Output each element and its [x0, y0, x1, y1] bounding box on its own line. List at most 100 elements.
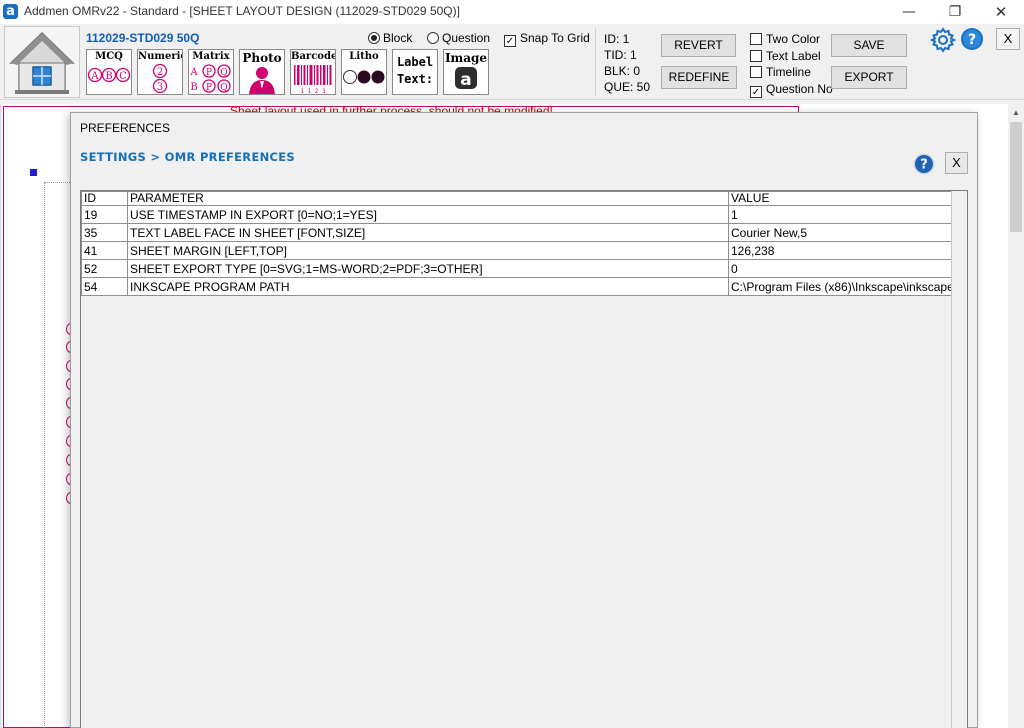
- question-no-checkbox[interactable]: ✓ Question No: [750, 82, 833, 98]
- numeric-bubbles-icon: 2 3: [152, 63, 168, 94]
- sheet-name: 112029-STD029 50Q: [86, 31, 200, 45]
- mcq-bubble-c: C: [119, 71, 127, 82]
- matrix-bubbles-icon: A P Q B P Q: [189, 64, 231, 93]
- table-row[interactable]: 52 SHEET EXPORT TYPE [0=SVG;1=MS-WORD;2=…: [81, 259, 952, 278]
- cell-id: 19: [81, 205, 128, 224]
- table-row[interactable]: 35 TEXT LABEL FACE IN SHEET [FONT,SIZE] …: [81, 223, 952, 242]
- barcode-digits: 1 1 2 3: [300, 88, 326, 95]
- help-icon[interactable]: ?: [913, 153, 935, 175]
- cell-value[interactable]: Courier New,5: [728, 223, 952, 242]
- image-logo-icon: a: [455, 67, 477, 90]
- image-label: Image: [444, 51, 488, 65]
- redefine-button[interactable]: REDEFINE: [661, 66, 737, 89]
- cell-id: 52: [81, 259, 128, 278]
- cell-value[interactable]: C:\Program Files (x86)\Inkscape\inkscape…: [728, 277, 952, 296]
- timeline-box: [750, 66, 762, 78]
- cell-parameter: INKSCAPE PROGRAM PATH: [127, 277, 729, 296]
- cell-parameter: TEXT LABEL FACE IN SHEET [FONT,SIZE]: [127, 223, 729, 242]
- sheet-anchor-marker[interactable]: [30, 169, 37, 176]
- mcq-bubbles-icon: A B C: [87, 67, 131, 83]
- table-row[interactable]: 54 INKSCAPE PROGRAM PATH C:\Program File…: [81, 277, 952, 296]
- app-window: a Addmen OMRv22 - Standard - [SHEET LAYO…: [0, 0, 1024, 728]
- ribbon-close-button[interactable]: X: [996, 28, 1020, 50]
- block-radio-label: Block: [383, 31, 413, 45]
- photo-label: Photo: [242, 51, 282, 65]
- numeric-tool-button[interactable]: Numeric 2 3: [137, 49, 183, 95]
- cell-id: 41: [81, 241, 128, 260]
- gear-icon[interactable]: [930, 27, 956, 53]
- barcode-tool-button[interactable]: Barcode 1 1 2 3: [290, 49, 336, 95]
- column-header-parameter[interactable]: PARAMETER: [127, 191, 729, 206]
- text-label-checkbox[interactable]: Text Label: [750, 49, 821, 63]
- matrix-label: Matrix: [192, 51, 230, 62]
- mcq-bubble-a: A: [90, 71, 99, 82]
- minimize-button[interactable]: —: [886, 0, 932, 24]
- litho-dots-icon: [343, 70, 385, 84]
- stat-id: ID: 1: [604, 32, 630, 46]
- table-header-row: ID PARAMETER VALUE: [81, 191, 952, 206]
- breadcrumb: SETTINGS > OMR PREFERENCES: [80, 150, 296, 164]
- preferences-dialog: PREFERENCES SETTINGS > OMR PREFERENCES ?…: [70, 112, 978, 728]
- save-button[interactable]: SAVE: [831, 34, 907, 57]
- window-close-button[interactable]: ✕: [978, 0, 1024, 24]
- table-row[interactable]: 19 USE TIMESTAMP IN EXPORT [0=NO;1=YES] …: [81, 205, 952, 224]
- window-title: Addmen OMRv22 - Standard - [SHEET LAYOUT…: [24, 4, 460, 18]
- two-color-checkbox[interactable]: Two Color: [750, 32, 820, 46]
- mcq-tool-button[interactable]: MCQ A B C: [86, 49, 132, 95]
- preferences-grid[interactable]: ID PARAMETER VALUE 19 USE TIMESTAMP IN E…: [80, 190, 968, 728]
- stat-blk: BLK: 0: [604, 64, 641, 78]
- column-header-value[interactable]: VALUE: [728, 191, 952, 206]
- question-no-box: ✓: [750, 86, 762, 98]
- timeline-label: Timeline: [766, 65, 811, 79]
- app-logo-icon: a: [3, 4, 18, 19]
- snap-label: Snap To Grid: [520, 31, 590, 45]
- label-text-tool-button[interactable]: Label Text:: [392, 49, 438, 95]
- question-radio-dot: [427, 32, 439, 44]
- column-header-id[interactable]: ID: [81, 191, 128, 206]
- grid-vertical-scrollbar[interactable]: [951, 191, 967, 728]
- stat-tid: TID: 1: [604, 48, 637, 62]
- label-line1: Label: [396, 55, 434, 69]
- svg-text:?: ?: [968, 32, 976, 48]
- litho-tool-button[interactable]: Litho: [341, 49, 387, 95]
- matrix-row-b: B: [190, 82, 197, 93]
- table-row[interactable]: 41 SHEET MARGIN [LEFT,TOP] 126,238: [81, 241, 952, 260]
- cell-value[interactable]: 1: [728, 205, 952, 224]
- scroll-up-arrow-icon[interactable]: ▲: [1008, 105, 1024, 121]
- maximize-button[interactable]: ❐: [932, 0, 978, 24]
- numeric-bubble-3: 3: [157, 82, 163, 93]
- label-line2: Text:: [396, 72, 434, 86]
- two-color-label: Two Color: [766, 32, 821, 46]
- timeline-checkbox[interactable]: Timeline: [750, 65, 811, 79]
- revert-button[interactable]: REVERT: [661, 34, 736, 57]
- numeric-label: Numeric: [138, 51, 183, 62]
- cell-id: 35: [81, 223, 128, 242]
- mode-block-radio[interactable]: Block: [368, 31, 412, 45]
- image-tool-button[interactable]: Image a: [443, 49, 489, 95]
- svg-text:?: ?: [920, 158, 928, 173]
- dialog-close-button[interactable]: X: [945, 152, 968, 174]
- help-icon[interactable]: ?: [960, 27, 984, 51]
- cell-value[interactable]: 126,238: [728, 241, 952, 260]
- preferences-table: ID PARAMETER VALUE 19 USE TIMESTAMP IN E…: [81, 191, 952, 296]
- person-icon: [249, 67, 275, 94]
- matrix-a-q: Q: [220, 68, 227, 78]
- numeric-bubble-2: 2: [157, 67, 163, 78]
- question-radio-label: Question: [442, 31, 491, 45]
- block-radio-dot: [368, 32, 380, 44]
- mode-question-radio[interactable]: Question: [427, 31, 490, 45]
- text-label-label: Text Label: [766, 49, 821, 63]
- matrix-tool-button[interactable]: Matrix A P Q B P Q: [188, 49, 234, 95]
- grid-body: ID PARAMETER VALUE 19 USE TIMESTAMP IN E…: [81, 191, 952, 728]
- matrix-b-p: P: [206, 83, 212, 93]
- snap-to-grid-checkbox[interactable]: ✓ Snap To Grid: [504, 31, 590, 47]
- mcq-bubble-b: B: [105, 71, 112, 82]
- home-button[interactable]: [4, 26, 80, 98]
- matrix-b-q: Q: [220, 83, 227, 93]
- export-button[interactable]: EXPORT: [831, 66, 907, 89]
- snap-check-box: ✓: [504, 35, 516, 47]
- two-color-box: [750, 33, 762, 45]
- photo-tool-button[interactable]: Photo: [239, 49, 285, 95]
- canvas-scroll-thumb[interactable]: [1010, 122, 1022, 232]
- cell-value[interactable]: 0: [728, 259, 952, 278]
